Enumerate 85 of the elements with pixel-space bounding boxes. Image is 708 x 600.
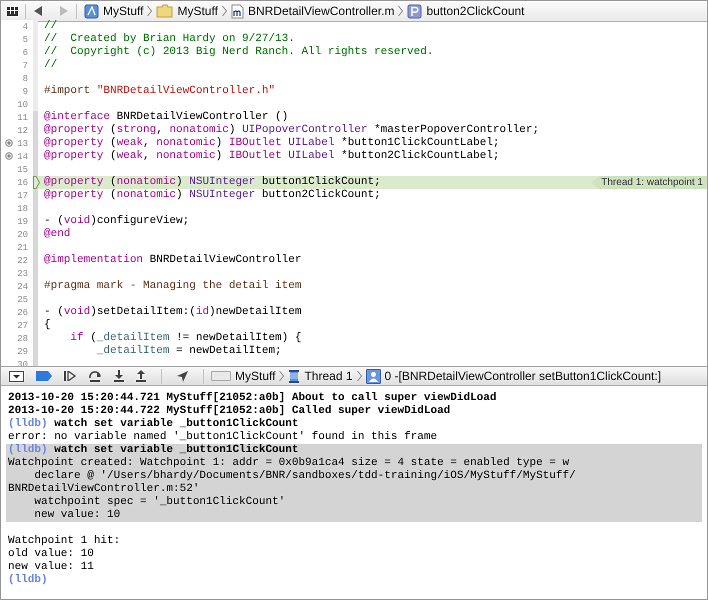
lldb-prompt: (lldb) <box>8 418 48 430</box>
code-line: // Created by Brian Hardy on 9/27/13. <box>43 33 295 46</box>
path-item[interactable]: MyStuff <box>156 4 218 18</box>
console-line: 2013-10-20 15:20:44.722 MyStuff[21052:a0b] Called super viewDidLoad <box>7 405 452 418</box>
console-line: 2013-10-20 15:20:44.721 MyStuff[21052:a0b] About to call super viewDidLoad <box>7 392 498 404</box>
line-number: 27 <box>17 320 29 330</box>
code-line: // <box>43 59 58 72</box>
code-line: @interface BNRDetailViewController () <box>43 111 288 124</box>
user-frame-icon <box>366 368 380 384</box>
grid-icon[interactable] <box>7 6 18 16</box>
line-number: 16 <box>17 178 29 188</box>
code-line: if (_detailItem != newDetailItem) { <box>69 332 302 345</box>
line-number: 22 <box>17 256 29 266</box>
hide-console-icon[interactable] <box>9 370 24 382</box>
code-line: @property (nonatomic) NSUInteger button1ClickCount; <box>43 176 381 189</box>
line-number: 21 <box>17 242 29 252</box>
line-number: 13 <box>17 138 29 148</box>
line-number: 24 <box>17 282 29 292</box>
debug-path-item[interactable]: Thread 1 <box>288 368 352 384</box>
line-number: 26 <box>17 308 29 318</box>
console-line: new value: 11 <box>7 561 95 574</box>
continue-icon[interactable] <box>64 371 76 381</box>
lldb-prompt: (lldb) <box>8 574 48 586</box>
line-number: 9 <box>22 86 29 96</box>
console-command: watch set variable _button1ClickCount <box>53 418 298 430</box>
code-line: @property (weak, nonatomic) IBOutlet UILabel *button2ClickCountLabel; <box>43 150 500 163</box>
step-over-icon[interactable] <box>88 370 102 382</box>
step-into-icon[interactable] <box>114 370 124 382</box>
path-item[interactable]: BNRDetailViewController.m <box>230 4 394 18</box>
code-line: - (void)configureView; <box>43 215 190 228</box>
line-number: 6 <box>22 48 29 58</box>
line-number: 8 <box>22 74 29 84</box>
project-icon <box>84 4 99 18</box>
path-item[interactable]: button2ClickCount <box>407 4 524 18</box>
line-number: 12 <box>17 126 29 136</box>
code-line: @implementation BNRDetailViewController <box>43 254 302 267</box>
chevron-icon <box>222 5 227 17</box>
step-out-icon[interactable] <box>136 370 146 382</box>
lldb-prompt: (lldb) <box>8 444 48 456</box>
debug-path-item[interactable]: MyStuff <box>211 369 276 383</box>
code-line: // Copyright (c) 2013 Big Nerd Ranch. All rights reserved. <box>43 46 434 59</box>
line-number: 17 <box>17 190 29 200</box>
code-line: _detailItem = newDetailItem; <box>96 345 282 358</box>
code-line: #pragma mark - Managing the detail item <box>43 280 302 293</box>
breakpoint-icon[interactable] <box>36 371 52 381</box>
code-line: @property (nonatomic) NSUInteger button2ClickCount; <box>43 189 381 202</box>
console-line: Watchpoint 1 hit: <box>7 535 122 548</box>
chevron-icon <box>279 370 284 382</box>
path-item[interactable]: MyStuff <box>84 4 144 18</box>
device-icon <box>211 371 231 381</box>
line-number: 11 <box>17 112 29 122</box>
line-number: 4 <box>22 22 29 32</box>
location-icon[interactable] <box>177 370 188 382</box>
line-number: 15 <box>17 164 29 174</box>
line-number: 28 <box>17 334 29 344</box>
console-line: old value: 10 <box>7 548 95 561</box>
debug-path-item[interactable]: 0 -[BNRDetailViewController setButton1ClickCount:] <box>366 368 662 384</box>
code-line: @property (strong, nonatomic) UIPopoverController *masterPopoverController; <box>43 124 540 137</box>
code-line: @property (weak, nonatomic) IBOutlet UILabel *button1ClickCountLabel; <box>43 137 500 150</box>
console-line: error: no variable named '_button1ClickCount' found in this frame <box>7 431 438 444</box>
line-number: 29 <box>17 346 29 356</box>
thread-icon <box>288 368 300 384</box>
line-number: 18 <box>17 204 29 214</box>
line-number: 5 <box>22 34 29 44</box>
line-number: 14 <box>17 152 29 162</box>
m-file-icon <box>230 4 244 18</box>
code-line: - (void)setDetailItem:(id)newDetailItem <box>43 306 302 319</box>
chevron-icon <box>398 5 404 17</box>
line-number: 10 <box>17 100 29 110</box>
line-number: 20 <box>17 230 29 240</box>
line-number: 19 <box>17 216 29 226</box>
line-number: 7 <box>22 60 29 70</box>
console-command: watch set variable _button1ClickCount <box>53 444 298 456</box>
line-number: 23 <box>17 268 29 278</box>
thread-annotation: Thread 1: watchpoint 1 <box>591 176 707 189</box>
code-line: // <box>43 20 58 33</box>
chevron-icon <box>147 5 152 17</box>
code-line: #import "BNRDetailViewController.h" <box>43 85 276 98</box>
folder-icon <box>156 4 174 18</box>
property-icon <box>407 4 422 18</box>
back-icon[interactable] <box>33 6 43 16</box>
line-number: 25 <box>17 294 29 304</box>
chevron-icon <box>356 370 362 382</box>
code-line: { <box>43 319 51 332</box>
code-line: @end <box>43 228 70 241</box>
